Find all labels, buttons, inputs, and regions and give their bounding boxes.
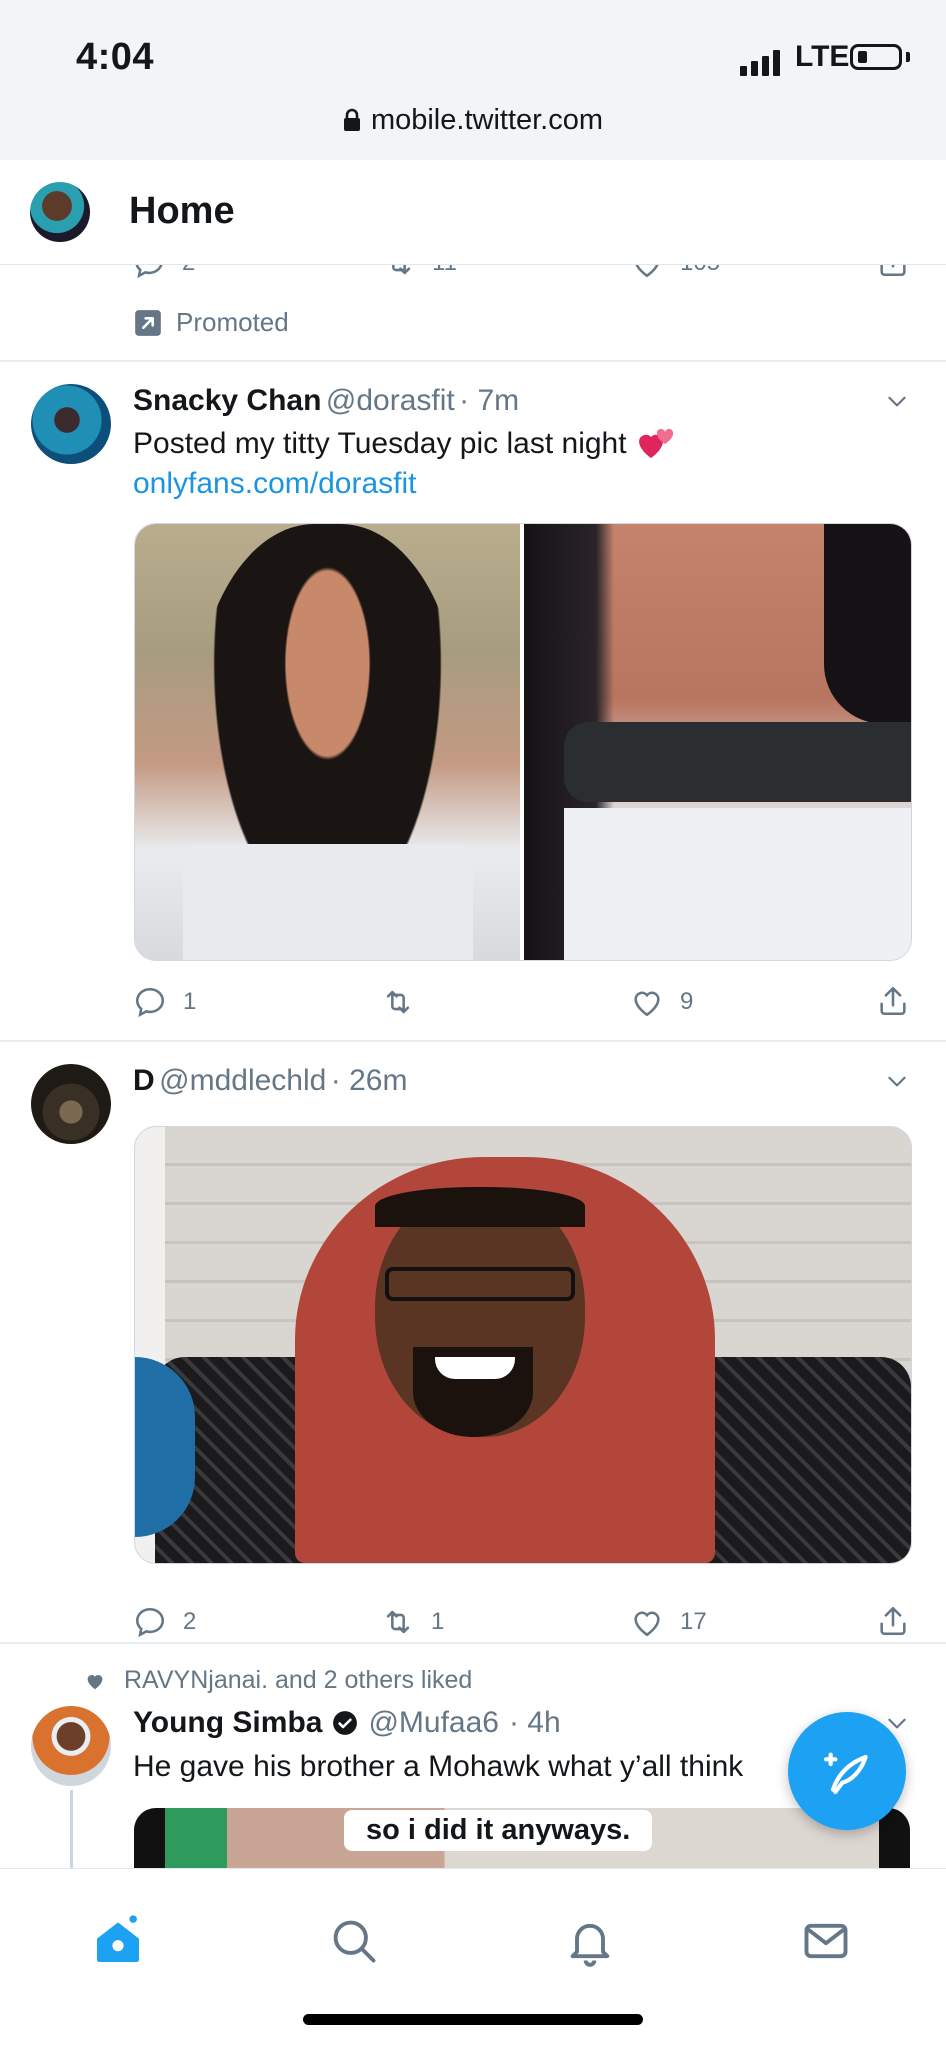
nav-search[interactable] (324, 1911, 384, 1971)
compose-icon (823, 1752, 868, 1795)
reply-action[interactable]: 2 (132, 265, 195, 283)
share-action[interactable] (876, 265, 910, 284)
like-count: 105 (680, 265, 720, 277)
like-count: 17 (680, 1608, 707, 1635)
page-title: Home (129, 190, 235, 232)
notifications-icon (570, 1923, 610, 1967)
chevron-down-icon[interactable] (884, 1068, 910, 1094)
nav-notifications[interactable] (560, 1911, 620, 1971)
tweet-text: He gave his brother a Mohawk what y’all … (133, 1750, 744, 1783)
tweet-link[interactable]: onlyfans.com/dorasfit (133, 467, 416, 501)
lock-icon (343, 108, 360, 131)
user-handle[interactable]: @dorasfit (326, 384, 455, 417)
censor-bar (564, 722, 911, 802)
retweet-icon (386, 1610, 410, 1634)
hearts-emoji-icon (638, 428, 673, 458)
home-indicator (303, 2014, 643, 2025)
compose-tweet-button[interactable] (788, 1712, 906, 1830)
retweet-icon (386, 990, 410, 1014)
verified-badge-icon (333, 1711, 358, 1735)
like-count: 9 (680, 988, 694, 1015)
nav-messages[interactable] (796, 1911, 856, 1971)
display-name[interactable]: Young Simba (133, 1706, 322, 1740)
tweet-avatar[interactable] (31, 1064, 111, 1144)
tweet-text: Posted my titty Tuesday pic last night (133, 427, 627, 460)
url-text: mobile.twitter.com (370, 103, 604, 136)
social-context-text: RAVYNjanai. and 2 others liked (124, 1666, 473, 1694)
display-name[interactable]: Snacky Chan (133, 384, 321, 417)
battery-level (858, 51, 867, 63)
retweet-count: 11 (432, 265, 457, 277)
tweet-avatar[interactable] (31, 384, 111, 464)
media-caption: so i did it anyways. (344, 1810, 653, 1851)
reply-action[interactable]: 2 (133, 1602, 196, 1642)
user-handle[interactable]: @Mufaa6 (368, 1706, 499, 1740)
tweet-media[interactable] (134, 1126, 912, 1564)
reply-action[interactable]: 1 (133, 982, 196, 1022)
tweet-time[interactable]: · 4h (509, 1706, 561, 1740)
reply-count: 2 (183, 1608, 197, 1635)
chevron-down-icon[interactable] (884, 388, 910, 414)
profile-avatar[interactable] (30, 182, 90, 242)
retweet-action[interactable]: 1 (381, 1602, 444, 1642)
status-time: 4:04 (76, 36, 155, 78)
battery-icon (850, 44, 902, 70)
reply-icon (135, 1607, 165, 1638)
retweet-count: 1 (431, 1608, 445, 1635)
heart-icon (634, 1611, 660, 1637)
retweet-icon (392, 265, 411, 275)
browser-chrome: 4:04 LTE mobile.twitter.com (0, 0, 946, 161)
retweet-action[interactable] (381, 982, 431, 1022)
tweet-time[interactable]: · 26m (331, 1064, 408, 1097)
share-icon[interactable] (876, 984, 910, 1018)
promoted-label: Promoted (176, 307, 289, 337)
home-icon (97, 1915, 139, 1962)
like-action[interactable]: 9 (630, 982, 693, 1022)
social-context: RAVYNjanai. and 2 others liked (84, 1666, 472, 1695)
promoted-badge: Promoted (134, 307, 289, 338)
reply-count: 2 (182, 265, 195, 277)
reply-icon (135, 265, 163, 279)
reply-icon (135, 987, 165, 1018)
tweet[interactable]: D @mddlechld · 26m 2 1 17 (0, 1042, 946, 1642)
tweet-avatar[interactable] (31, 1706, 111, 1786)
partial-tweet: 2 11 105 Promoted (0, 265, 946, 360)
share-icon (880, 265, 906, 277)
share-icon[interactable] (876, 1604, 910, 1638)
tweet-media[interactable] (134, 523, 912, 961)
network-label: LTE (795, 40, 850, 73)
retweet-action[interactable]: 11 (382, 265, 457, 283)
like-action[interactable]: 105 (630, 265, 720, 283)
media-photo[interactable] (524, 524, 911, 960)
tweet[interactable]: Snacky Chan @dorasfit · 7m Posted my tit… (0, 362, 946, 1040)
heart-icon (634, 991, 660, 1017)
nav-home[interactable] (88, 1911, 148, 1971)
reply-count: 1 (183, 988, 197, 1015)
search-icon (333, 1920, 376, 1963)
tweet-media[interactable]: so i did it anyways. (134, 1808, 910, 1868)
heart-icon (635, 265, 659, 278)
top-header: Home (0, 160, 946, 265)
signal-icon (740, 48, 788, 76)
messages-icon (804, 1923, 848, 1959)
address-bar[interactable]: mobile.twitter.com (0, 98, 946, 142)
thread-line (70, 1790, 73, 1868)
media-photo[interactable] (135, 524, 520, 960)
heart-filled-icon (87, 1674, 103, 1689)
promoted-icon (135, 309, 161, 336)
battery-tip (906, 52, 910, 62)
like-action[interactable]: 17 (630, 1602, 707, 1642)
display-name[interactable]: D (133, 1064, 155, 1097)
tweet-time[interactable]: · 7m (459, 384, 519, 417)
user-handle[interactable]: @mddlechld (159, 1064, 326, 1097)
